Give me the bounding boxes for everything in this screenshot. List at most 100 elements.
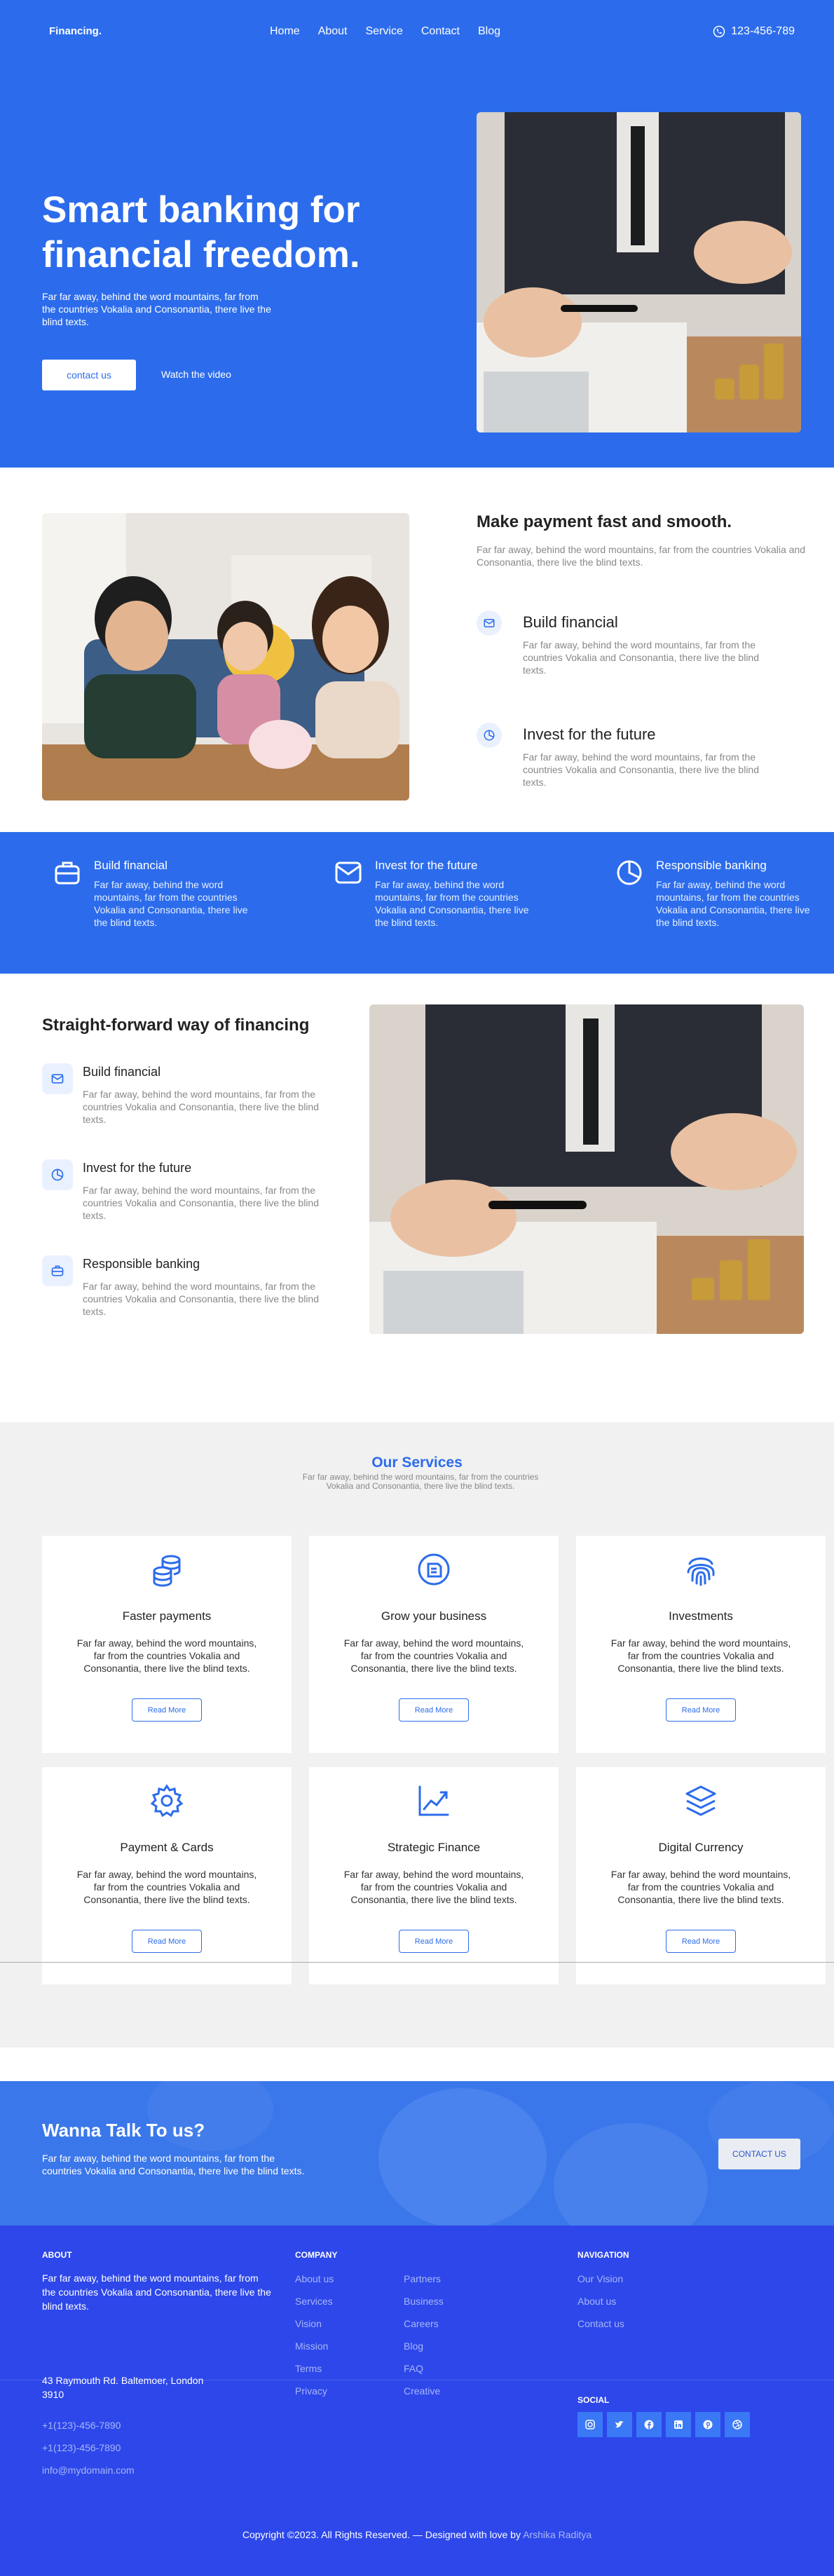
footer-link-careers[interactable]: Careers — [404, 2318, 439, 2329]
phone-number: 123-456-789 — [731, 25, 795, 37]
feature-description: Far far away, behind the word mountains,… — [523, 639, 759, 676]
feature-description: Far far away, behind the word mountains,… — [523, 751, 759, 788]
author-link[interactable]: Arshika Raditya — [523, 2529, 592, 2540]
service-card-title: Investments — [669, 1609, 733, 1623]
footer-link-about-us[interactable]: About us — [295, 2273, 334, 2284]
feature-build-financial: Build financial Far far away, behind the… — [477, 611, 771, 702]
service-card-title: Faster payments — [122, 1609, 212, 1623]
financing-item-build-financial: Build financial Far far away, behind the… — [42, 1063, 336, 1140]
read-more-button[interactable]: Read More — [132, 1698, 202, 1722]
pie-chart-icon — [615, 859, 643, 887]
footer-link-contact[interactable]: Contact us — [577, 2318, 624, 2329]
nav-contact[interactable]: Contact — [421, 25, 460, 38]
feature-invest-future: Invest for the future Far far away, behi… — [477, 723, 771, 814]
brand-logo[interactable]: Financing. — [49, 25, 102, 37]
main-menu: Home About Service Contact Blog — [270, 25, 500, 38]
band-item-description: Far far away, behind the word mountains,… — [375, 879, 529, 928]
financing-item-description: Far far away, behind the word mountains,… — [83, 1185, 319, 1221]
footer-social-heading: SOCIAL — [577, 2395, 610, 2405]
financing-item-title: Invest for the future — [83, 1161, 192, 1175]
phone-icon — [713, 25, 725, 38]
hero-image-finance-calculator — [477, 112, 801, 432]
financing-item-responsible-banking: Responsible banking Far far away, behind… — [42, 1255, 336, 1333]
fingerprint-icon — [576, 1551, 826, 1588]
service-card-strategic-finance: Strategic Finance Far far away, behind t… — [309, 1767, 559, 1984]
band-item-title: Invest for the future — [375, 859, 478, 872]
footer-link-creative[interactable]: Creative — [404, 2385, 440, 2397]
cta-title: Wanna Talk To us? — [42, 2120, 205, 2141]
footer-link-vision[interactable]: Vision — [295, 2318, 322, 2329]
band-item-title: Responsible banking — [656, 859, 767, 872]
footer-link-about[interactable]: About us — [577, 2296, 616, 2307]
financing-title: Straight-forward way of financing — [42, 1016, 310, 1035]
footer-link-our-vision[interactable]: Our Vision — [577, 2273, 623, 2284]
features-band: Build financial Far far away, behind the… — [0, 832, 834, 974]
finance-calculator-image — [369, 1004, 804, 1334]
site-footer: ABOUT Far far away, behind the word moun… — [0, 2226, 834, 2576]
dribbble-icon[interactable] — [725, 2412, 750, 2437]
footer-link-partners[interactable]: Partners — [404, 2273, 441, 2284]
service-card-description: Far far away, behind the word mountains,… — [343, 1637, 524, 1674]
footer-about-text: Far far away, behind the word mountains,… — [42, 2272, 271, 2312]
contact-us-button[interactable]: contact us — [42, 360, 136, 390]
services-section: Our Services Far far away, behind the wo… — [0, 1422, 834, 2047]
band-item-description: Far far away, behind the word mountains,… — [656, 879, 810, 928]
read-more-button[interactable]: Read More — [666, 1698, 736, 1722]
read-more-button[interactable]: Read More — [399, 1698, 469, 1722]
nav-service[interactable]: Service — [366, 25, 403, 38]
footer-phone-2[interactable]: +1(123)-456-7890 — [42, 2442, 121, 2453]
copyright: Copyright ©2023. All Rights Reserved. — … — [0, 2529, 834, 2540]
footer-phone-1[interactable]: +1(123)-456-7890 — [42, 2420, 121, 2431]
payment-section: Make payment fast and smooth. Far far aw… — [0, 468, 834, 832]
footer-link-mission[interactable]: Mission — [295, 2340, 328, 2352]
read-more-button[interactable]: Read More — [666, 1930, 736, 1953]
pinterest-icon[interactable] — [695, 2412, 720, 2437]
nav-home[interactable]: Home — [270, 25, 300, 38]
footer-link-blog[interactable]: Blog — [404, 2340, 423, 2352]
feature-title: Invest for the future — [523, 725, 656, 743]
nav-blog[interactable]: Blog — [478, 25, 500, 38]
gear-icon — [42, 1783, 292, 1819]
twitter-icon[interactable] — [607, 2412, 632, 2437]
layers-icon — [576, 1783, 826, 1819]
service-card-digital-currency: Digital Currency Far far away, behind th… — [576, 1767, 826, 1984]
footer-link-terms[interactable]: Terms — [295, 2363, 322, 2374]
service-card-faster-payments: Faster payments Far far away, behind the… — [42, 1536, 292, 1753]
service-card-payment-cards: Payment & Cards Far far away, behind the… — [42, 1767, 292, 1984]
document-icon — [309, 1551, 559, 1588]
feature-title: Build financial — [523, 613, 618, 631]
facebook-icon[interactable] — [636, 2412, 662, 2437]
services-heading: Our Services — [371, 1454, 463, 1471]
service-card-title: Grow your business — [381, 1609, 487, 1623]
coins-icon — [42, 1551, 292, 1588]
footer-email[interactable]: info@mydomain.com — [42, 2465, 135, 2476]
read-more-button[interactable]: Read More — [132, 1930, 202, 1953]
family-piggy-bank-image — [42, 513, 409, 800]
footer-link-privacy[interactable]: Privacy — [295, 2385, 327, 2397]
instagram-icon[interactable] — [577, 2412, 603, 2437]
hero-section: Financing. Home About Service Contact Bl… — [0, 0, 834, 468]
contact-us-cta-button[interactable]: CONTACT US — [718, 2139, 800, 2169]
nav-about[interactable]: About — [318, 25, 348, 38]
financing-item-title: Build financial — [83, 1065, 161, 1079]
top-nav: Financing. Home About Service Contact Bl… — [0, 0, 834, 64]
footer-link-faq[interactable]: FAQ — [404, 2363, 423, 2374]
linkedin-icon[interactable] — [666, 2412, 691, 2437]
footer-company-heading: COMPANY — [295, 2250, 338, 2260]
envelope-icon — [42, 1063, 73, 1094]
watch-video-link[interactable]: Watch the video — [161, 369, 231, 380]
divider-line — [0, 1962, 834, 1963]
footer-link-business[interactable]: Business — [404, 2296, 444, 2307]
briefcase-icon — [53, 859, 81, 887]
read-more-button[interactable]: Read More — [399, 1930, 469, 1953]
service-card-title: Payment & Cards — [120, 1841, 214, 1854]
footer-link-services[interactable]: Services — [295, 2296, 333, 2307]
header-phone[interactable]: 123-456-789 — [713, 25, 795, 38]
social-links — [577, 2412, 750, 2437]
footer-navigation-heading: NAVIGATION — [577, 2250, 629, 2260]
chart-up-icon — [309, 1783, 559, 1819]
pie-chart-icon — [42, 1159, 73, 1190]
briefcase-icon — [42, 1255, 73, 1286]
envelope-icon — [334, 859, 362, 887]
services-subtitle: Far far away, behind the word mountains,… — [302, 1472, 539, 1491]
